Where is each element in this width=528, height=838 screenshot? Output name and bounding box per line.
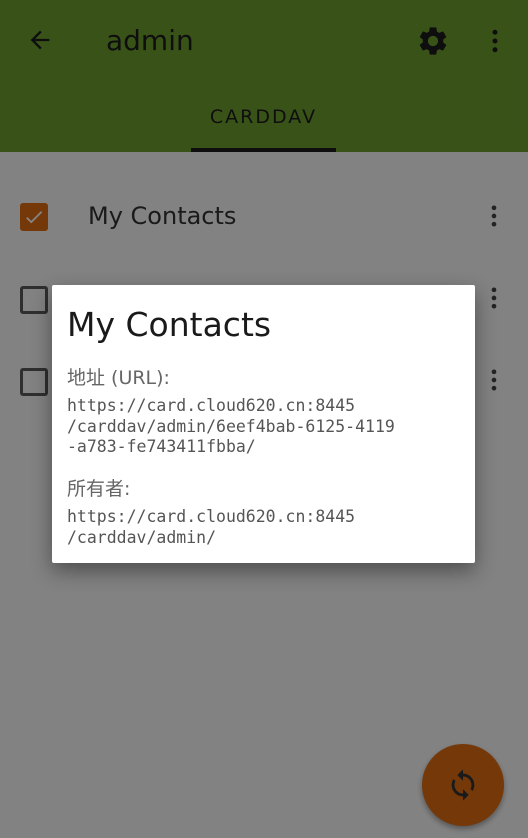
collection-info-dialog: My Contacts 地址 (URL): https://card.cloud…	[52, 285, 475, 563]
url-label: 地址 (URL):	[67, 367, 170, 389]
dialog-title: My Contacts	[67, 305, 272, 344]
owner-label: 所有者:	[67, 478, 131, 500]
owner-value[interactable]: https://card.cloud620.cn:8445 /carddav/a…	[67, 507, 462, 548]
url-value[interactable]: https://card.cloud620.cn:8445 /carddav/a…	[67, 396, 462, 458]
